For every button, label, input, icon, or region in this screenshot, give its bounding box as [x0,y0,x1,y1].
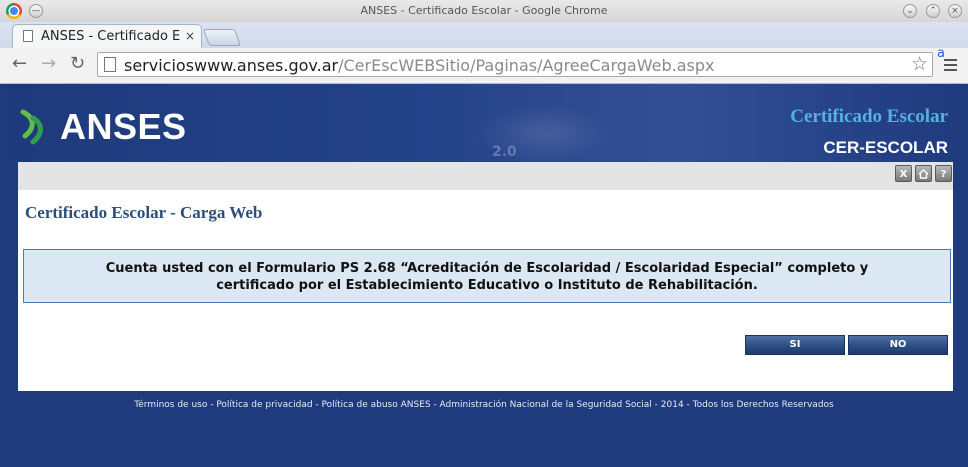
site-header: 2.0 ANSES Certificado Escolar CER-ESCOLA… [5,84,963,162]
web-page: 2.0 ANSES Certificado Escolar CER-ESCOLA… [5,84,963,467]
footer-links[interactable]: Términos de uso - Política de privacidad… [5,400,963,410]
page-info-icon[interactable] [104,57,116,72]
yes-button[interactable]: SI [745,335,845,355]
site-title: Certificado Escolar [790,106,948,127]
window-titlebar: — ANSES - Certificado Escolar - Google C… [0,0,968,23]
page-title: Certificado Escolar - Carga Web [25,203,263,222]
window-title: ANSES - Certificado Escolar - Google Chr… [360,4,608,17]
close-window-button[interactable]: × [948,4,962,18]
minimize-button[interactable]: ⌄ [903,4,917,18]
maximize-button[interactable]: ⌃ [926,4,940,18]
address-bar[interactable]: servicioswww.anses.gov.ar/CerEscWEBSitio… [97,52,933,77]
new-tab-button[interactable] [202,29,242,46]
reload-icon[interactable]: ↻ [70,53,85,74]
back-arrow-icon[interactable]: ← [12,53,27,74]
question-text-line2: certificado por el Establecimiento Educa… [216,278,758,293]
question-box: Cuenta usted con el Formulario PS 2.68 “… [23,249,951,303]
url-text[interactable]: servicioswww.anses.gov.ar/CerEscWEBSitio… [124,56,714,75]
close-panel-button[interactable]: X [895,165,912,182]
no-button[interactable]: NO [848,335,948,355]
anses-logo-text: ANSES [60,106,187,147]
tab-title: ANSES - Certificado E [41,29,181,44]
home-icon [918,169,929,179]
tools-bar: X ? [18,162,953,190]
home-button[interactable] [915,165,932,182]
page-icon [23,30,33,42]
version-watermark: 2.0 [492,144,517,160]
bookmark-star-icon[interactable]: ☆ [911,53,928,75]
url-host: servicioswww.anses.gov.ar [124,56,339,75]
question-text-line1: Cuenta usted con el Formulario PS 2.68 “… [105,261,869,276]
tab-close-icon[interactable]: × [185,29,195,43]
help-button[interactable]: ? [935,165,952,182]
content-panel: X ? Certificado Escolar - Carga Web Cuen… [18,162,953,391]
site-code: CER-ESCOLAR [823,138,948,157]
browser-tab[interactable]: ANSES - Certificado E × [12,24,202,48]
tab-strip: ANSES - Certificado E × [0,22,968,48]
forward-arrow-icon[interactable]: → [41,53,56,74]
url-path: /CerEscWEBSitio/Paginas/AgreeCargaWeb.as… [338,56,715,75]
browser-toolbar: ← → ↻ servicioswww.anses.gov.ar/CerEscWE… [0,48,968,84]
anses-logo-icon [20,109,43,145]
chrome-menu-icon[interactable] [944,59,957,74]
